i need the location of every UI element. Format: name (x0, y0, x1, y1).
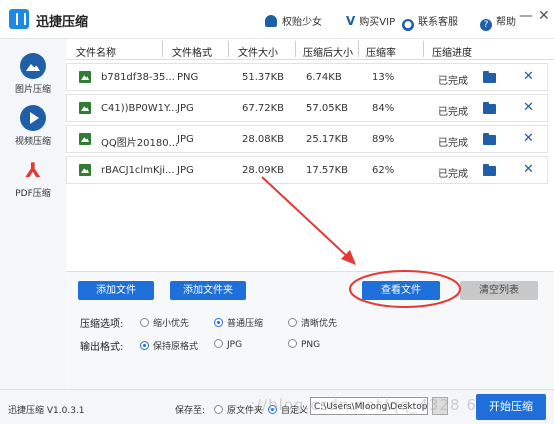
annotation-arrow-line (261, 176, 351, 260)
annotation-overlay (261, 176, 461, 308)
annotation-circle (349, 270, 461, 308)
